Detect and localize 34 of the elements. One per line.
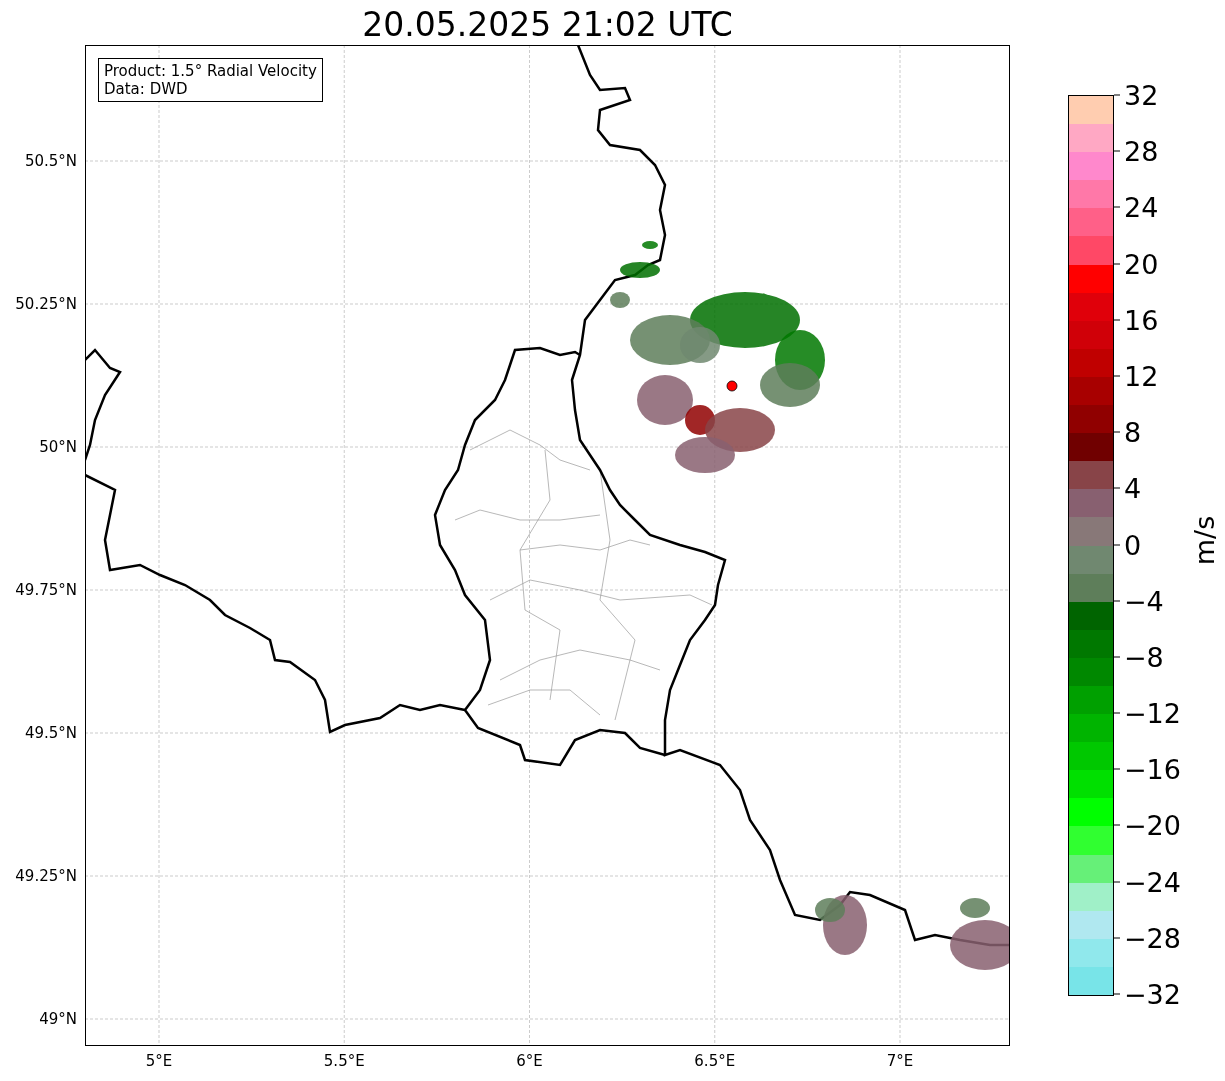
colorbar-tick-label: −4 (1124, 585, 1164, 617)
latitude-tick-label: 50.5°N (24, 152, 77, 170)
latitude-tick-label: 49°N (39, 1010, 77, 1028)
colorbar-tick-label: 20 (1124, 248, 1159, 280)
latitude-tick-label: 49.25°N (15, 867, 77, 885)
longitude-tick-label: 6°E (516, 1052, 543, 1070)
latitude-tick-label: 49.5°N (24, 724, 77, 742)
colorbar-tick-label: 16 (1124, 304, 1159, 336)
colorbar-tick-label: −12 (1124, 697, 1181, 729)
colorbar-tick-label: −24 (1124, 866, 1181, 898)
info-text: Product: 1.5° Radial Velocity (104, 62, 317, 80)
chart-title: 20.05.2025 21:02 UTC (362, 5, 733, 45)
latitude-tick-label: 50°N (39, 438, 77, 456)
longitude-tick-label: 5°E (145, 1052, 173, 1070)
colorbar-tick-label: 28 (1124, 135, 1159, 167)
info-text: Data: DWD (104, 80, 189, 98)
radar-site-dot (726, 380, 738, 392)
colorbar-label: m/s (1189, 515, 1221, 566)
colorbar-tick-label: 12 (1124, 360, 1159, 392)
longitude-tick-label: 5.5°E (323, 1052, 365, 1070)
colorbar-tick-label: −8 (1124, 641, 1164, 673)
colorbar-tick-label: 32 (1124, 79, 1159, 111)
colorbar-tick-label: −16 (1124, 753, 1181, 785)
latitude-tick-label: 50.25°N (15, 295, 77, 313)
colorbar-tick-label: −20 (1124, 809, 1181, 841)
longitude-tick-label: 7°E (886, 1052, 914, 1070)
colorbar-tick-label: −28 (1124, 922, 1181, 954)
colorbar-tick-label: 24 (1124, 191, 1159, 223)
colorbar-tick-label: 0 (1124, 529, 1142, 560)
colorbar-tick-label: 8 (1124, 416, 1142, 448)
latitude-tick-label: 49.75°N (15, 581, 77, 599)
colorbar-tick-label: −32 (1124, 978, 1181, 1010)
colorbar-tick-label: 4 (1124, 472, 1142, 504)
longitude-tick-label: 6.5°E (694, 1052, 736, 1070)
